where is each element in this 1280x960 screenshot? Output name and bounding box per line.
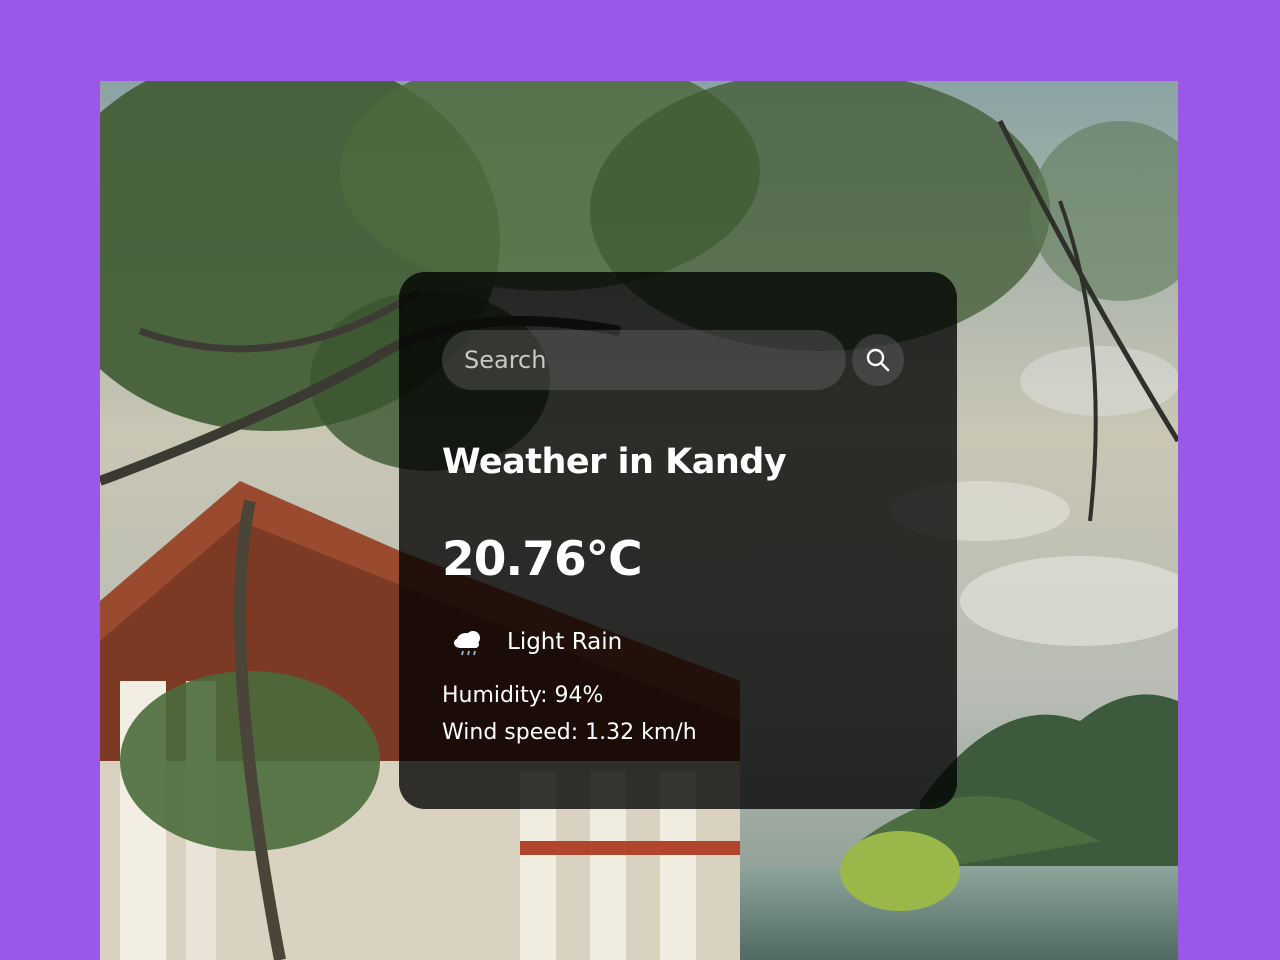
- search-bar: [442, 330, 913, 390]
- humidity-text: Humidity: 94%: [442, 683, 604, 708]
- light-rain-cloud-icon: [452, 625, 486, 659]
- weather-condition: Light Rain: [452, 625, 913, 659]
- temperature-value: 20.76°C: [442, 532, 643, 587]
- weather-details: Humidity: 94% Wind speed: 1.32 km/h: [442, 677, 913, 751]
- search-icon: [866, 348, 890, 372]
- search-button[interactable]: [852, 334, 904, 386]
- wind-speed-text: Wind speed: 1.32 km/h: [442, 720, 697, 745]
- weather-location-title: Weather in Kandy: [442, 442, 787, 482]
- weather-card: Weather in Kandy 20.76°C Light Rain Humi…: [399, 272, 957, 809]
- search-input[interactable]: [442, 330, 846, 390]
- weather-description: Light Rain: [507, 629, 623, 655]
